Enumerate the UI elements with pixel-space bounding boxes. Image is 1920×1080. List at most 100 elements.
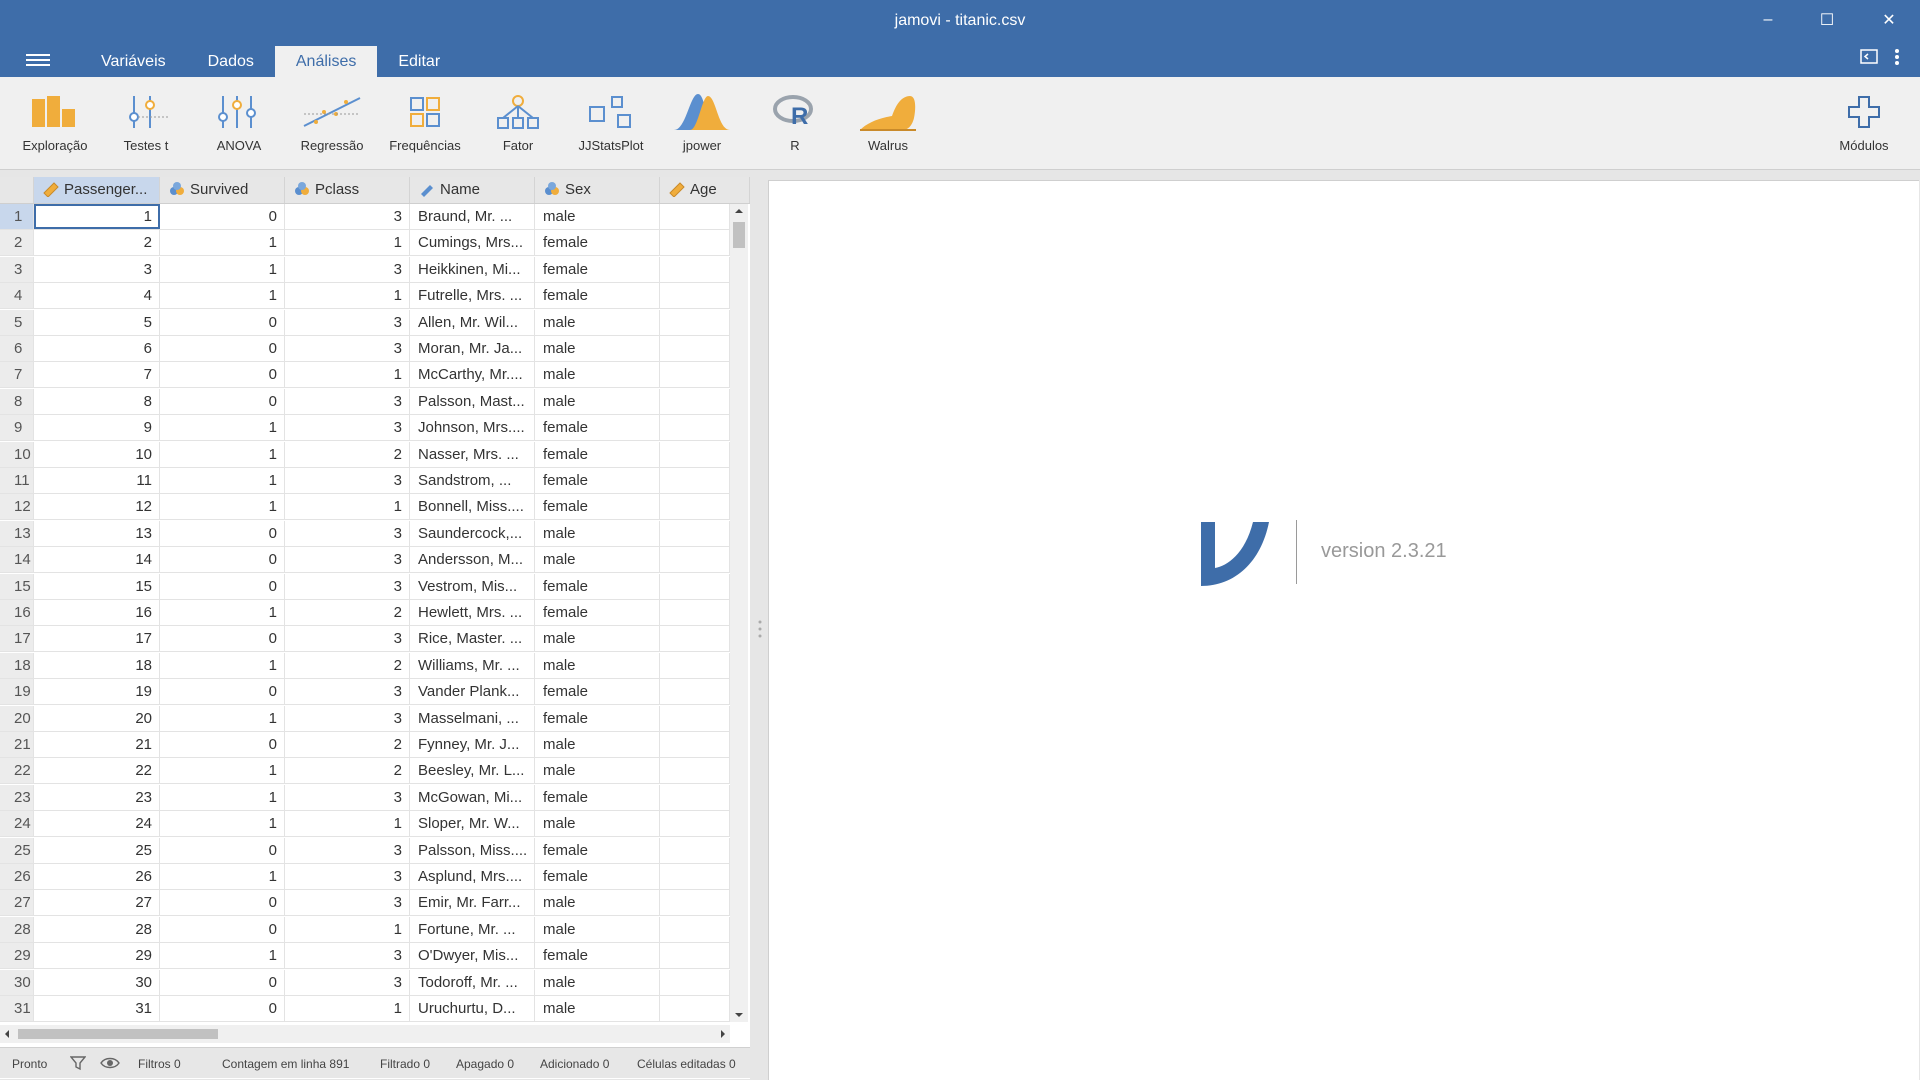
tab-editar[interactable]: Editar: [377, 46, 461, 77]
sex-cell[interactable]: male: [535, 309, 660, 335]
survived-cell[interactable]: 1: [160, 652, 285, 678]
ribbon-r[interactable]: R R: [749, 89, 841, 153]
passengerid-cell[interactable]: 20: [34, 705, 160, 731]
passengerid-cell[interactable]: 19: [34, 679, 160, 705]
passengerid-cell[interactable]: 4: [34, 283, 160, 309]
age-cell[interactable]: [660, 547, 730, 573]
row-number[interactable]: 7: [0, 362, 34, 388]
name-cell[interactable]: Rice, Master. ...: [410, 626, 535, 652]
survived-cell[interactable]: 1: [160, 864, 285, 889]
row-number[interactable]: 28: [0, 916, 34, 942]
sex-cell[interactable]: male: [535, 336, 660, 361]
sex-cell[interactable]: female: [535, 679, 660, 705]
passengerid-cell[interactable]: 6: [34, 336, 160, 361]
row-number[interactable]: 5: [0, 309, 34, 335]
passengerid-cell[interactable]: 7: [34, 362, 160, 388]
vertical-scroll-thumb[interactable]: [733, 222, 745, 248]
row-number[interactable]: 1: [0, 204, 34, 229]
sex-cell[interactable]: female: [535, 837, 660, 863]
pclass-cell[interactable]: 1: [285, 230, 410, 256]
age-cell[interactable]: [660, 652, 730, 678]
sex-cell[interactable]: female: [535, 494, 660, 520]
sex-cell[interactable]: male: [535, 626, 660, 652]
survived-cell[interactable]: 0: [160, 837, 285, 863]
name-cell[interactable]: Asplund, Mrs....: [410, 864, 535, 889]
passengerid-cell[interactable]: 8: [34, 388, 160, 414]
age-cell[interactable]: [660, 256, 730, 282]
scroll-down-icon[interactable]: [730, 1008, 748, 1022]
passengerid-cell[interactable]: 21: [34, 732, 160, 757]
ribbon-jpower[interactable]: jpower: [656, 89, 748, 153]
sex-cell[interactable]: female: [535, 441, 660, 467]
age-cell[interactable]: [660, 943, 730, 969]
sex-cell[interactable]: male: [535, 388, 660, 414]
pclass-cell[interactable]: 3: [285, 890, 410, 916]
name-cell[interactable]: Moran, Mr. Ja...: [410, 336, 535, 361]
passengerid-cell[interactable]: 2: [34, 230, 160, 256]
passengerid-cell[interactable]: 5: [34, 309, 160, 335]
hamburger-menu-icon[interactable]: [26, 51, 50, 69]
sex-cell[interactable]: female: [535, 468, 660, 493]
age-cell[interactable]: [660, 679, 730, 705]
sex-cell[interactable]: female: [535, 415, 660, 441]
survived-cell[interactable]: 1: [160, 943, 285, 969]
row-number[interactable]: 27: [0, 890, 34, 916]
name-cell[interactable]: Allen, Mr. Wil...: [410, 309, 535, 335]
name-cell[interactable]: Fortune, Mr. ...: [410, 916, 535, 942]
sex-cell[interactable]: male: [535, 547, 660, 573]
passengerid-cell[interactable]: 22: [34, 758, 160, 784]
survived-cell[interactable]: 0: [160, 309, 285, 335]
sex-cell[interactable]: male: [535, 996, 660, 1021]
row-number[interactable]: 12: [0, 494, 34, 520]
sex-cell[interactable]: female: [535, 943, 660, 969]
passengerid-cell[interactable]: 23: [34, 784, 160, 810]
pclass-cell[interactable]: 2: [285, 732, 410, 757]
pclass-cell[interactable]: 3: [285, 547, 410, 573]
scroll-up-icon[interactable]: [730, 204, 748, 218]
passengerid-cell[interactable]: 30: [34, 969, 160, 995]
name-cell[interactable]: Saundercock,...: [410, 520, 535, 546]
ribbon-testes-t[interactable]: Testes t: [100, 89, 192, 153]
tab-dados[interactable]: Dados: [187, 46, 275, 77]
age-cell[interactable]: [660, 890, 730, 916]
pclass-cell[interactable]: 1: [285, 494, 410, 520]
sex-cell[interactable]: female: [535, 864, 660, 889]
panel-splitter[interactable]: [752, 177, 768, 1079]
age-cell[interactable]: [660, 283, 730, 309]
row-number[interactable]: 14: [0, 547, 34, 573]
survived-cell[interactable]: 0: [160, 679, 285, 705]
name-cell[interactable]: Hewlett, Mrs. ...: [410, 600, 535, 625]
passengerid-cell[interactable]: 14: [34, 547, 160, 573]
row-number[interactable]: 11: [0, 468, 34, 493]
survived-cell[interactable]: 0: [160, 969, 285, 995]
passengerid-cell[interactable]: 17: [34, 626, 160, 652]
survived-cell[interactable]: 0: [160, 573, 285, 599]
age-cell[interactable]: [660, 996, 730, 1021]
survived-cell[interactable]: 0: [160, 626, 285, 652]
age-cell[interactable]: [660, 705, 730, 731]
age-cell[interactable]: [660, 441, 730, 467]
age-cell[interactable]: [660, 494, 730, 520]
passengerid-cell[interactable]: 24: [34, 811, 160, 837]
row-number[interactable]: 21: [0, 732, 34, 757]
row-number[interactable]: 22: [0, 758, 34, 784]
pclass-cell[interactable]: 2: [285, 652, 410, 678]
row-number[interactable]: 6: [0, 336, 34, 361]
row-number[interactable]: 4: [0, 283, 34, 309]
pclass-cell[interactable]: 3: [285, 256, 410, 282]
pclass-cell[interactable]: 2: [285, 441, 410, 467]
passengerid-cell[interactable]: 28: [34, 916, 160, 942]
age-cell[interactable]: [660, 969, 730, 995]
pclass-cell[interactable]: 3: [285, 468, 410, 493]
pclass-cell[interactable]: 2: [285, 758, 410, 784]
name-cell[interactable]: Uruchurtu, D...: [410, 996, 535, 1021]
row-number[interactable]: 9: [0, 415, 34, 441]
name-cell[interactable]: Vestrom, Mis...: [410, 573, 535, 599]
sex-cell[interactable]: female: [535, 573, 660, 599]
horizontal-scroll-thumb[interactable]: [18, 1029, 218, 1039]
row-number[interactable]: 25: [0, 837, 34, 863]
sex-cell[interactable]: female: [535, 600, 660, 625]
sex-cell[interactable]: male: [535, 732, 660, 757]
pclass-cell[interactable]: 1: [285, 916, 410, 942]
pclass-cell[interactable]: 3: [285, 309, 410, 335]
